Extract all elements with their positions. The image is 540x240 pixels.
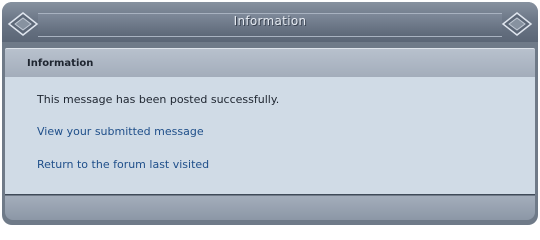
diamond-ornament-right-icon [501, 12, 533, 36]
success-message: This message has been posted successfull… [37, 93, 280, 106]
view-submitted-message-link[interactable]: View your submitted message [37, 125, 204, 138]
panel-titlebar: Information [2, 2, 538, 42]
panel-title: Information [233, 14, 307, 28]
information-panel: Information Information This message has… [2, 2, 538, 225]
message-content: This message has been posted successfull… [5, 77, 535, 195]
section-header-label: Information [27, 58, 94, 69]
panel-footer [5, 196, 535, 220]
return-to-forum-link[interactable]: Return to the forum last visited [37, 158, 209, 171]
section-header: Information [5, 48, 535, 78]
